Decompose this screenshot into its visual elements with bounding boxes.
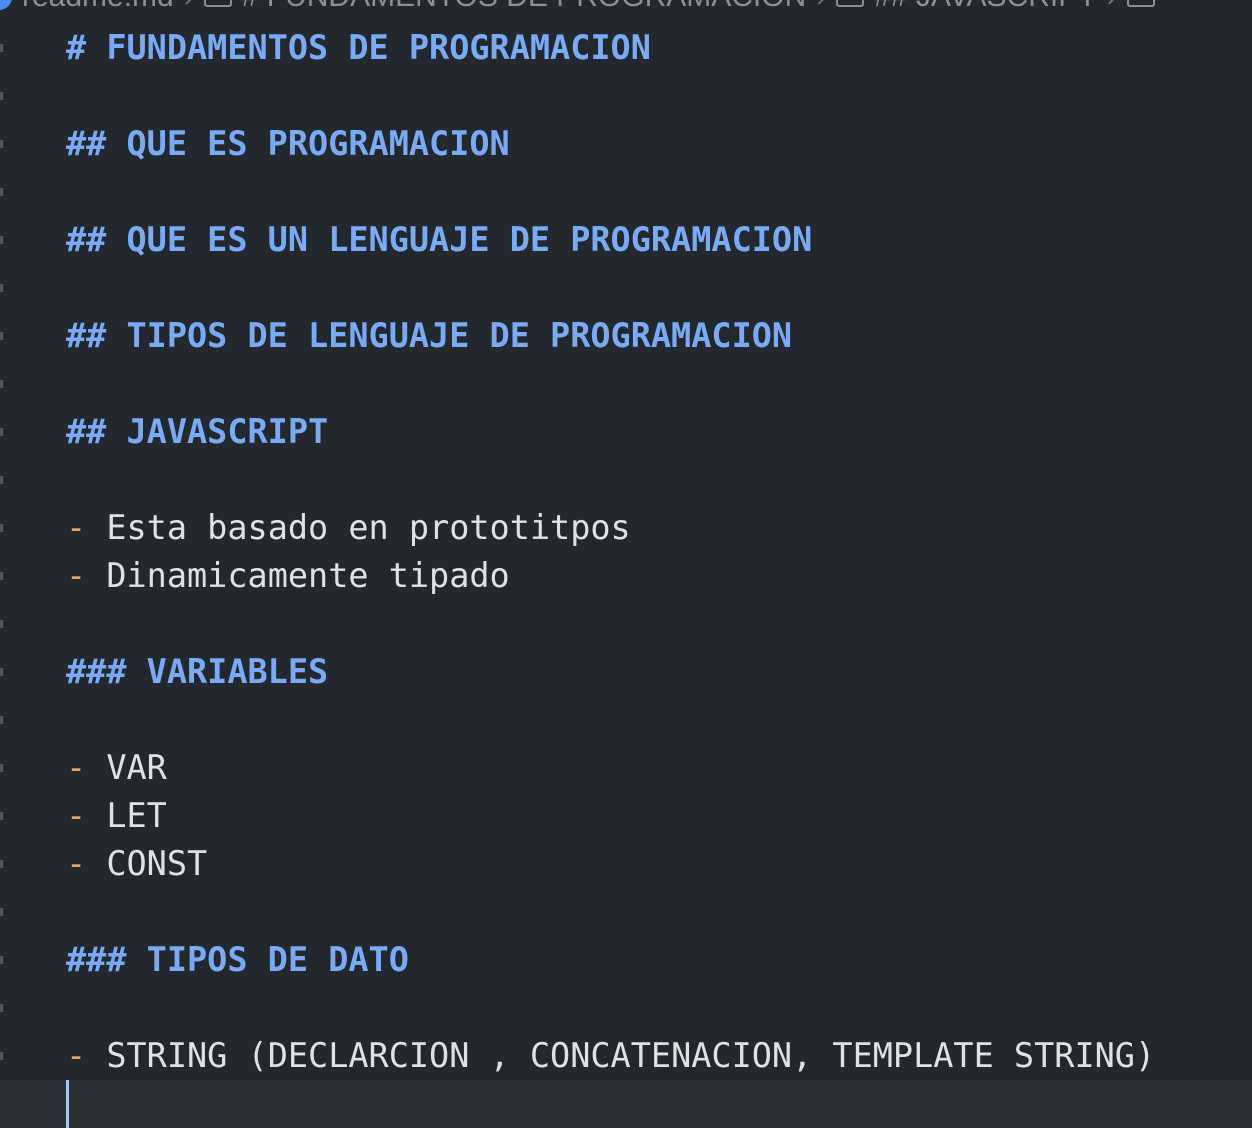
list-bullet: -: [66, 556, 87, 595]
list-bullet: -: [66, 748, 87, 787]
breadcrumb-item[interactable]: # FUNDAMENTOS DE PROGRAMACION: [242, 0, 807, 14]
current-line[interactable]: [0, 1080, 1252, 1128]
breadcrumb-file[interactable]: readme.md: [22, 0, 174, 14]
editor[interactable]: # FUNDAMENTOS DE PROGRAMACION ## QUE ES P…: [0, 24, 1252, 1128]
empty-line[interactable]: [0, 456, 1252, 504]
list-item-line[interactable]: - STRING (DECLARCION , CONCATENACION, TE…: [0, 1032, 1252, 1080]
heading-line[interactable]: ### TIPOS DE DATO: [0, 936, 1252, 984]
line-text: ### TIPOS DE DATO: [66, 940, 409, 979]
line-text: STRING (DECLARCION , CONCATENACION, TEMP…: [106, 1036, 1156, 1075]
empty-line[interactable]: [0, 696, 1252, 744]
empty-line[interactable]: [0, 984, 1252, 1032]
line-text: ## TIPOS DE LENGUAJE DE PROGRAMACION: [66, 316, 793, 355]
empty-line[interactable]: [0, 168, 1252, 216]
line-text: ## QUE ES UN LENGUAJE DE PROGRAMACION: [66, 220, 813, 259]
list-item-line[interactable]: - VAR: [0, 744, 1252, 792]
heading-line[interactable]: ## TIPOS DE LENGUAJE DE PROGRAMACION: [0, 312, 1252, 360]
symbol-icon: [203, 0, 232, 7]
line-text: ### VARIABLES: [66, 652, 329, 691]
symbol-icon: [1126, 0, 1155, 7]
line-text: ## JAVASCRIPT: [66, 412, 329, 451]
list-bullet: -: [66, 1036, 87, 1075]
empty-line[interactable]: [0, 888, 1252, 936]
line-text: Esta basado en prototitpos: [106, 508, 631, 547]
list-item-line[interactable]: - LET: [0, 792, 1252, 840]
chevron-right-icon: ›: [184, 0, 194, 14]
heading-line[interactable]: ## JAVASCRIPT: [0, 408, 1252, 456]
breadcrumb: readme.md › # FUNDAMENTOS DE PROGRAMACIO…: [0, 0, 1155, 14]
line-text: VAR: [106, 748, 167, 787]
list-bullet: -: [66, 796, 87, 835]
symbol-icon: [836, 0, 865, 7]
breadcrumb-item[interactable]: ## JAVASCRIPT: [874, 0, 1096, 14]
heading-line[interactable]: ## QUE ES UN LENGUAJE DE PROGRAMACION: [0, 216, 1252, 264]
markdown-file-icon: [0, 0, 12, 10]
text-cursor: [66, 1080, 69, 1128]
empty-line[interactable]: [0, 72, 1252, 120]
empty-line[interactable]: [0, 264, 1252, 312]
line-text: Dinamicamente tipado: [106, 556, 510, 595]
list-item-line[interactable]: - Esta basado en prototitpos: [0, 504, 1252, 552]
line-text: CONST: [106, 844, 208, 883]
chevron-right-icon: ›: [1107, 0, 1117, 14]
line-text: ## QUE ES PROGRAMACION: [66, 124, 510, 163]
list-item-line[interactable]: - CONST: [0, 840, 1252, 888]
empty-line[interactable]: [0, 360, 1252, 408]
empty-line[interactable]: [0, 600, 1252, 648]
heading-line[interactable]: # FUNDAMENTOS DE PROGRAMACION: [0, 24, 1252, 72]
heading-line[interactable]: ### VARIABLES: [0, 648, 1252, 696]
line-text: # FUNDAMENTOS DE PROGRAMACION: [66, 28, 651, 67]
list-bullet: -: [66, 844, 87, 883]
line-text: LET: [106, 796, 167, 835]
chevron-right-icon: ›: [816, 0, 826, 14]
heading-line[interactable]: ## QUE ES PROGRAMACION: [0, 120, 1252, 168]
list-item-line[interactable]: - Dinamicamente tipado: [0, 552, 1252, 600]
list-bullet: -: [66, 508, 87, 547]
